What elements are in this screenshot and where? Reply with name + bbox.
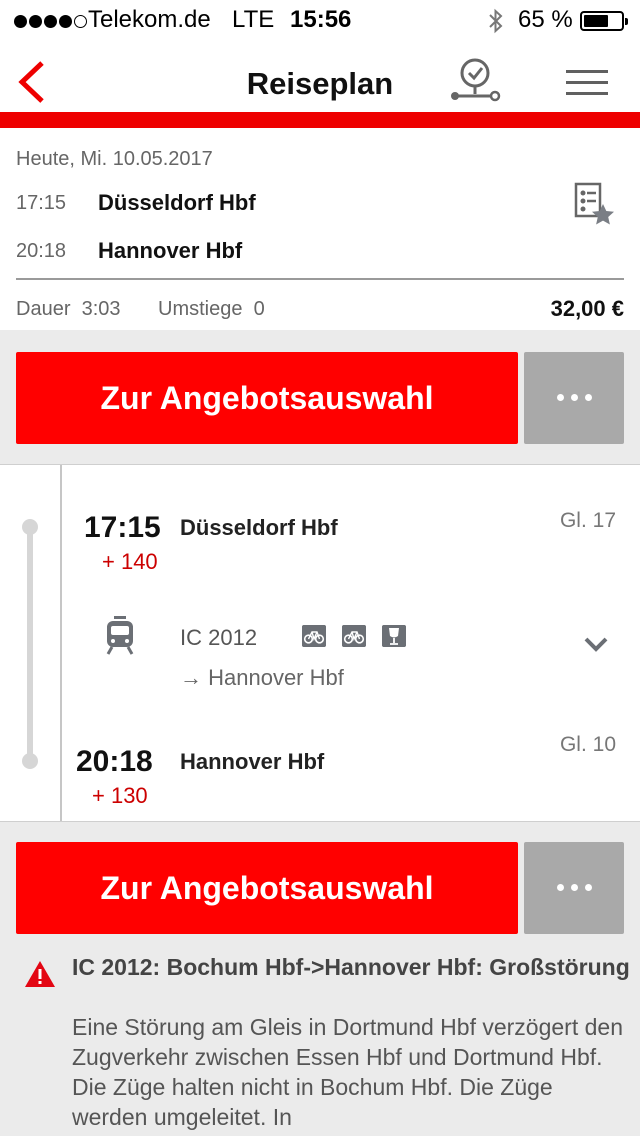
chevron-down-icon[interactable] [583, 635, 609, 653]
arrival-platform: Gl. 10 [559, 733, 616, 756]
summary-arrival-row: 20:18 Hannover Hbf [16, 238, 242, 263]
page-title: Reiseplan [246, 66, 394, 101]
timeline-end-dot [22, 753, 38, 769]
status-bar: Telekom.de LTE 15:56 65 % [0, 0, 640, 42]
bistro-icon [382, 625, 406, 647]
bicycle-icon [302, 625, 326, 647]
arrival-delay: + 130 [92, 783, 148, 808]
changes-value: 0 [253, 298, 265, 320]
bluetooth-icon [489, 8, 503, 34]
disruption-title: IC 2012: Bochum Hbf->Hannover Hbf: Großs… [72, 954, 630, 980]
hamburger-menu-icon[interactable] [566, 70, 608, 96]
departure-station: Düsseldorf Hbf [180, 515, 338, 540]
changes-label: Umstiege [158, 298, 243, 320]
departure-platform: Gl. 17 [559, 509, 616, 532]
warning-icon [25, 961, 55, 987]
summary-arrival-time: 20:18 [16, 240, 67, 262]
summary-arrival-station: Hannover Hbf [98, 238, 243, 263]
arrival-time: 20:18 [76, 745, 153, 778]
more-options-button[interactable] [524, 352, 624, 444]
duration-info: Dauer 3:03 [16, 298, 121, 321]
battery-percentage: 65 % [518, 6, 573, 33]
departure-time: 17:15 [84, 511, 161, 544]
summary-divider [16, 278, 624, 280]
navigation-bar: Reiseplan [0, 42, 640, 112]
trip-date: Heute, Mi. 10.05.2017 [16, 148, 213, 170]
clock: 15:56 [290, 6, 352, 33]
summary-departure-row: 17:15 Düsseldorf Hbf [16, 190, 256, 215]
network-label: LTE [232, 6, 275, 33]
train-name: IC 2012 [180, 625, 258, 650]
battery-icon [580, 11, 628, 31]
journey-detail: 17:15 + 140 Düsseldorf Hbf Gl. 17 IC 201… [0, 464, 640, 822]
timeline-start-dot [22, 519, 38, 535]
realtime-clock-icon[interactable] [447, 58, 503, 108]
timeline-track [27, 527, 33, 761]
duration-label: Dauer [16, 298, 71, 320]
brand-accent-bar [0, 112, 640, 128]
signal-strength-icon [14, 15, 89, 29]
duration-value: 3:03 [81, 298, 121, 320]
price: 32,00 € [550, 296, 624, 321]
timeline-separator [60, 465, 62, 821]
offer-selection-button[interactable]: Zur Angebotsauswahl [16, 352, 518, 444]
summary-departure-station: Düsseldorf Hbf [98, 190, 256, 215]
bicycle-icon [342, 625, 366, 647]
changes-info: Umstiege 0 [158, 298, 265, 321]
summary-departure-time: 17:15 [16, 192, 67, 214]
favorite-connection-icon[interactable] [574, 182, 616, 226]
trip-summary-card: Heute, Mi. 10.05.2017 17:15 Düsseldorf H… [0, 128, 640, 330]
carrier-label: Telekom.de [88, 6, 211, 33]
train-direction: → Hannover Hbf [180, 665, 344, 690]
more-options-button-bottom[interactable] [524, 842, 624, 934]
disruption-text: Eine Störung am Gleis in Dortmund Hbf ve… [72, 1014, 623, 1130]
departure-delay: + 140 [102, 549, 158, 574]
offer-selection-button-bottom[interactable]: Zur Angebotsauswahl [16, 842, 518, 934]
train-icon [106, 616, 134, 655]
arrival-station: Hannover Hbf [180, 749, 325, 774]
